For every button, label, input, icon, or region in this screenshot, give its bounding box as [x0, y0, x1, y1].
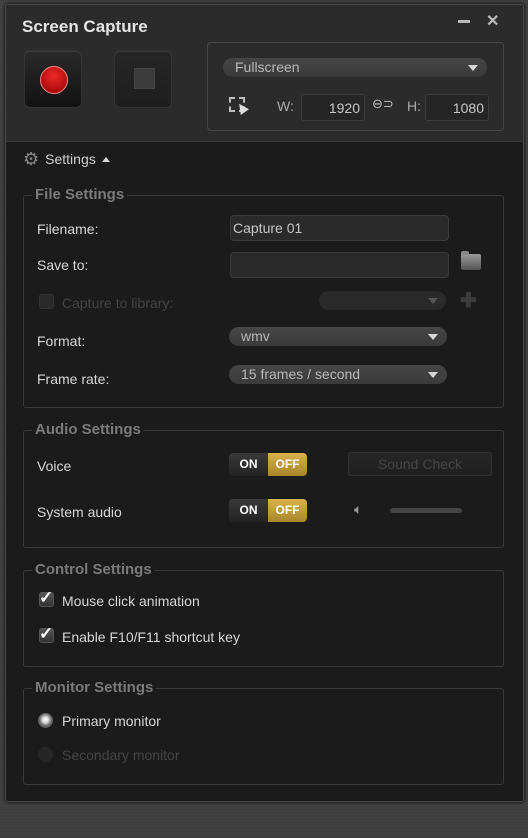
filename-label: Filename:	[37, 221, 99, 237]
caret-up-icon	[101, 156, 110, 162]
chevron-down-icon	[428, 334, 438, 340]
volume-slider[interactable]	[390, 508, 462, 513]
save-to-input[interactable]	[230, 252, 449, 278]
voice-label: Voice	[37, 458, 72, 474]
capture-to-library-checkbox[interactable]	[39, 294, 54, 309]
secondary-monitor-radio	[38, 747, 53, 762]
system-audio-toggle-off[interactable]: OFF	[268, 499, 307, 522]
record-button[interactable]	[24, 50, 82, 108]
primary-monitor-label: Primary monitor	[62, 713, 161, 729]
format-label: Format:	[37, 333, 86, 349]
secondary-monitor-label: Secondary monitor	[62, 747, 180, 763]
frame-rate-value: 15 frames / second	[241, 366, 361, 382]
filename-input[interactable]: Capture 01	[230, 215, 449, 241]
save-to-label: Save to:	[37, 257, 89, 273]
capture-mode-select[interactable]: Fullscreen	[223, 58, 487, 77]
region-select-icon[interactable]	[229, 97, 245, 112]
link-icon[interactable]: ⊖⊃	[372, 96, 394, 112]
system-audio-label: System audio	[37, 504, 122, 520]
checkmark-icon: ✓	[39, 588, 54, 607]
voice-toggle-off[interactable]: OFF	[268, 453, 307, 476]
control-settings-legend: Control Settings	[32, 561, 155, 578]
window-title: Screen Capture	[22, 17, 148, 36]
chevron-down-icon	[428, 372, 438, 378]
mouse-click-animation-label: Mouse click animation	[62, 593, 200, 609]
primary-monitor-radio[interactable]	[38, 713, 53, 728]
shortcut-key-label: Enable F10/F11 shortcut key	[62, 629, 240, 645]
audio-settings-group: Audio Settings Voice ON OFF Sound Check …	[23, 421, 504, 548]
voice-toggle-on[interactable]: ON	[229, 453, 268, 476]
minimize-icon[interactable]	[458, 20, 470, 23]
capture-to-library-label: Capture to library:	[62, 295, 174, 311]
audio-settings-legend: Audio Settings	[32, 421, 144, 438]
gear-icon: ⚙	[23, 149, 40, 169]
checkmark-icon: ✓	[39, 624, 54, 643]
settings-toggle[interactable]: ⚙ Settings	[23, 150, 110, 168]
system-audio-toggle-on[interactable]: ON	[229, 499, 268, 522]
height-label: H:	[407, 98, 421, 114]
shortcut-key-checkbox[interactable]: ✓	[39, 624, 54, 643]
capture-header: Screen Capture ✕ Fullscreen W: 1920 ⊖⊃ H…	[6, 5, 523, 142]
frame-rate-label: Frame rate:	[37, 371, 110, 387]
folder-icon[interactable]	[461, 251, 481, 270]
width-input[interactable]: 1920	[301, 94, 365, 121]
system-audio-toggle[interactable]: ON OFF	[229, 499, 307, 522]
library-select	[319, 291, 446, 310]
settings-label: Settings	[45, 151, 96, 167]
width-label: W:	[277, 98, 294, 114]
monitor-settings-legend: Monitor Settings	[32, 679, 157, 696]
control-settings-group: Control Settings ✓ Mouse click animation…	[23, 561, 504, 667]
voice-toggle[interactable]: ON OFF	[229, 453, 307, 476]
chevron-down-icon	[428, 298, 438, 304]
close-icon[interactable]: ✕	[486, 11, 499, 31]
frame-rate-select[interactable]: 15 frames / second	[229, 365, 447, 384]
height-input[interactable]: 1080	[425, 94, 489, 121]
record-icon	[40, 66, 68, 94]
speaker-icon: 🔈︎	[354, 501, 363, 517]
screen-capture-window: Screen Capture ✕ Fullscreen W: 1920 ⊖⊃ H…	[5, 4, 524, 802]
file-settings-group: File Settings Filename: Capture 01 Save …	[23, 186, 504, 408]
capture-mode-value: Fullscreen	[235, 59, 300, 75]
mouse-click-animation-checkbox[interactable]: ✓	[39, 588, 54, 607]
capture-region-panel: Fullscreen W: 1920 ⊖⊃ H: 1080	[207, 42, 504, 131]
file-settings-legend: File Settings	[32, 186, 128, 203]
format-value: wmv	[241, 328, 270, 344]
sound-check-button: Sound Check	[348, 452, 492, 476]
format-select[interactable]: wmv	[229, 327, 447, 346]
plus-icon: ✚	[460, 290, 477, 312]
chevron-down-icon	[468, 65, 478, 71]
monitor-settings-group: Monitor Settings Primary monitor Seconda…	[23, 679, 504, 785]
stop-button[interactable]	[114, 50, 172, 108]
stop-icon	[134, 68, 155, 89]
